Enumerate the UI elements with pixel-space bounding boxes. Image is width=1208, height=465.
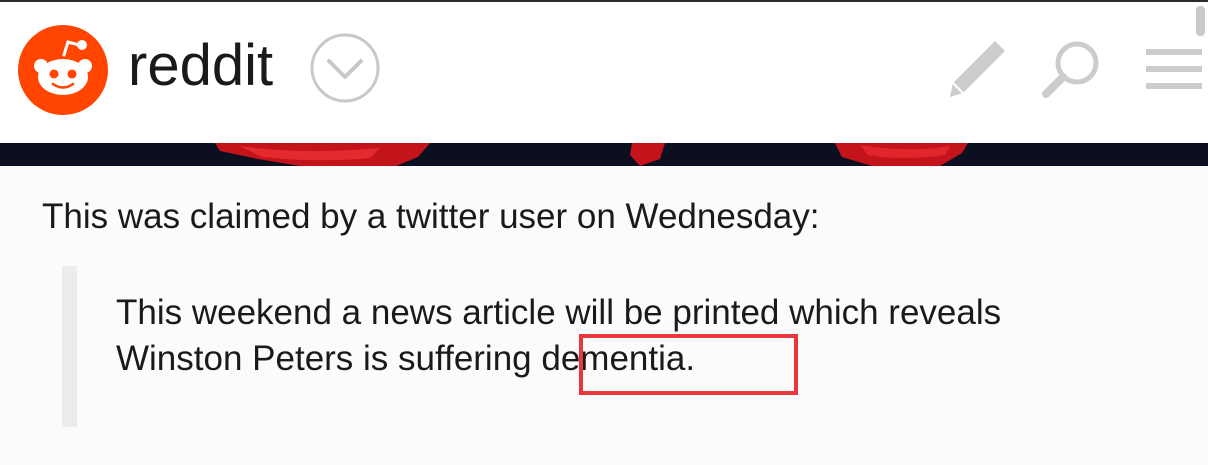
red-highlight-box	[579, 334, 798, 395]
header-bar: reddit	[0, 0, 1208, 143]
post-image-strip[interactable]	[0, 143, 1208, 166]
search-icon[interactable]	[1040, 37, 1104, 101]
blockquote: This weekend a news article will be prin…	[116, 290, 1001, 382]
pencil-icon[interactable]	[944, 37, 1008, 101]
reddit-logo-icon[interactable]	[18, 25, 108, 115]
blockquote-bar	[62, 266, 77, 427]
reddit-mobile-page: reddit This was claimed by a twitter use…	[0, 0, 1208, 465]
chevron-down-icon[interactable]	[309, 32, 381, 104]
quote-line-2-text: Winston Peters is suffering	[116, 339, 542, 378]
hamburger-menu-icon[interactable]	[1144, 37, 1208, 101]
scrollbar-thumb[interactable]	[1196, 6, 1205, 36]
reddit-wordmark[interactable]: reddit	[128, 26, 273, 106]
post-intro-text: This was claimed by a twitter user on We…	[42, 197, 820, 236]
quote-line-1: This weekend a news article will be prin…	[116, 293, 1002, 332]
quote-line-2: Winston Peters is suffering dementia.	[116, 336, 1001, 382]
